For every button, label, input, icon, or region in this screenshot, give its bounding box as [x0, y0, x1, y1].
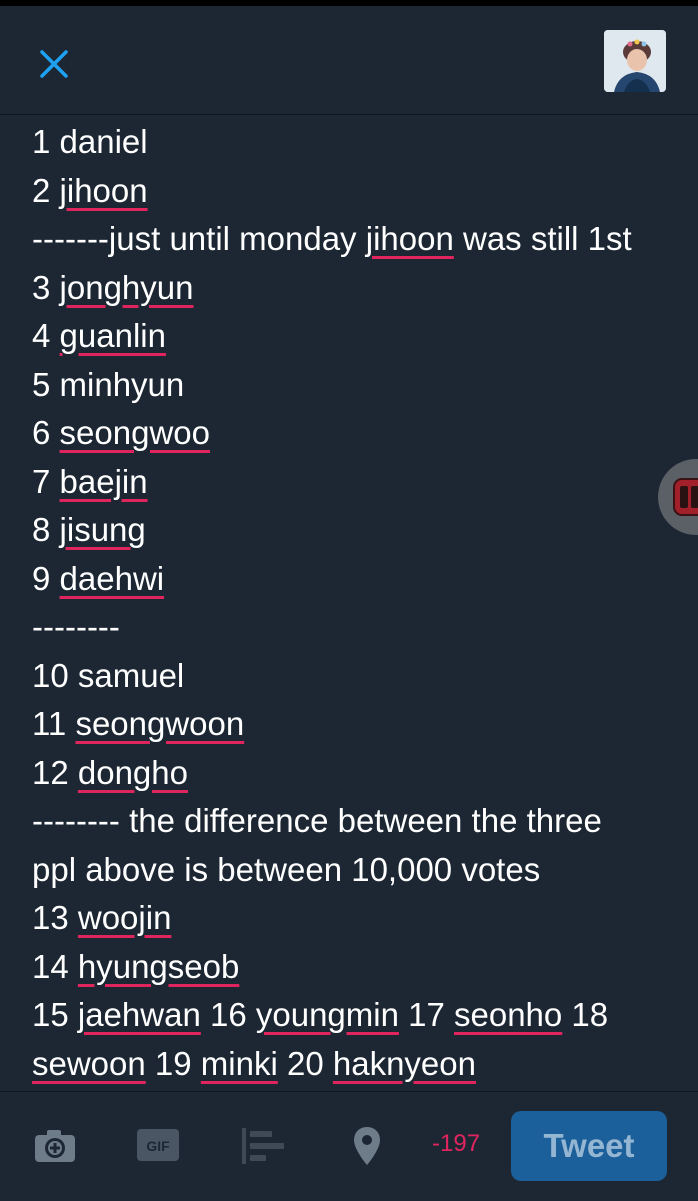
- text-segment: 9: [32, 559, 60, 597]
- text-segment: 7: [32, 462, 60, 500]
- misspelled-word: hyungseob: [77, 947, 240, 985]
- text-segment: 19: [145, 1044, 201, 1082]
- text-segment: 2: [32, 171, 60, 209]
- misspelled-word: seonho: [454, 996, 563, 1033]
- gif-label: GIF: [146, 1138, 170, 1154]
- text-segment: 5 minhyun: [32, 365, 185, 403]
- text-line: 6 seongwoo: [32, 409, 672, 458]
- text-line: 1 daniel: [32, 118, 672, 167]
- character-counter: -197: [432, 1130, 481, 1157]
- location-icon: [354, 1127, 380, 1165]
- text-segment: 11: [32, 705, 76, 742]
- text-line: 8 jisung: [32, 506, 672, 555]
- text-line: 3 jonghyun: [32, 264, 672, 313]
- misspelled-word: seongwoo: [59, 414, 210, 451]
- text-segment: 1 daniel: [32, 123, 148, 160]
- text-line: sewoon 19 minki 20 haknyeon: [32, 1040, 672, 1089]
- misspelled-word: minki: [200, 1044, 278, 1082]
- misspelled-word: youngmin: [255, 996, 399, 1033]
- text-line: 12 dongho: [32, 749, 672, 798]
- text-line: 13 woojin: [32, 894, 672, 943]
- text-segment: 3: [32, 268, 60, 306]
- text-line: 9 daehwi: [32, 555, 672, 604]
- misspelled-word: jihoon: [59, 171, 148, 209]
- text-line: --------: [32, 603, 672, 652]
- floating-scroll-handle[interactable]: [658, 459, 698, 535]
- text-line: 4 guanlin: [32, 312, 672, 361]
- text-segment: 10 samuel: [32, 656, 185, 694]
- close-button[interactable]: [34, 44, 74, 84]
- text-segment: was still 1st: [453, 220, 632, 257]
- text-line: 7 baejin: [32, 458, 672, 507]
- misspelled-word: jaehwan: [77, 996, 201, 1033]
- profile-avatar[interactable]: [604, 30, 666, 92]
- camera-icon: [35, 1130, 75, 1162]
- text-segment: 15: [32, 996, 78, 1033]
- misspelled-word: daehwi: [59, 559, 165, 597]
- gif-icon: GIF: [137, 1129, 179, 1161]
- misspelled-word: seongwoon: [75, 705, 245, 742]
- text-line: 2 jihoon: [32, 167, 672, 216]
- compose-header: [0, 6, 698, 115]
- misspelled-word: woojin: [77, 899, 172, 936]
- text-segment: -------- the difference between the thre…: [32, 802, 602, 839]
- book-icon: [673, 478, 698, 516]
- text-line: -------- the difference between the thre…: [32, 797, 672, 846]
- text-segment: 17: [398, 996, 454, 1033]
- misspelled-word: jonghyun: [59, 268, 194, 306]
- text-line: -------just until monday jihoon was stil…: [32, 215, 672, 264]
- misspelled-word: dongho: [77, 753, 188, 791]
- avatar-image: [604, 30, 666, 92]
- poll-icon: [242, 1128, 284, 1164]
- text-segment: 4: [32, 317, 60, 354]
- text-segment: 8: [32, 511, 60, 548]
- close-icon: [40, 50, 68, 78]
- text-segment: 16: [200, 996, 256, 1033]
- misspelled-word: guanlin: [59, 317, 166, 354]
- text-segment: ppl above is between 10,000 votes: [32, 850, 541, 888]
- tweet-text-area[interactable]: 1 daniel 2 jihoon -------just until monday…: [32, 118, 672, 1090]
- text-segment: 18: [562, 996, 609, 1033]
- text-line: 14 hyungseob: [32, 943, 672, 992]
- camera-button[interactable]: [33, 1128, 77, 1169]
- misspelled-word: jisung: [59, 511, 146, 548]
- text-segment: -------just until monday: [32, 220, 366, 257]
- text-segment: 14: [32, 947, 78, 985]
- text-segment: 13: [32, 899, 78, 936]
- misspelled-word: haknyeon: [332, 1044, 476, 1082]
- misspelled-word: sewoon: [32, 1044, 146, 1082]
- text-segment: --------: [32, 608, 120, 645]
- text-line: 5 minhyun: [32, 361, 672, 410]
- misspelled-word: baejin: [59, 462, 148, 500]
- misspelled-word: jihoon: [365, 220, 454, 257]
- text-segment: 12: [32, 753, 78, 791]
- tweet-button[interactable]: Tweet: [511, 1111, 667, 1181]
- text-segment: 20: [277, 1044, 333, 1082]
- text-line: 15 jaehwan 16 youngmin 17 seonho 18: [32, 991, 672, 1040]
- text-line: 11 seongwoon: [32, 700, 672, 749]
- poll-button[interactable]: [242, 1128, 286, 1169]
- text-segment: 6: [32, 414, 60, 451]
- location-button[interactable]: [353, 1126, 381, 1171]
- gif-button[interactable]: GIF: [137, 1129, 179, 1166]
- text-line: 10 samuel: [32, 652, 672, 701]
- text-line: ppl above is between 10,000 votes: [32, 846, 672, 895]
